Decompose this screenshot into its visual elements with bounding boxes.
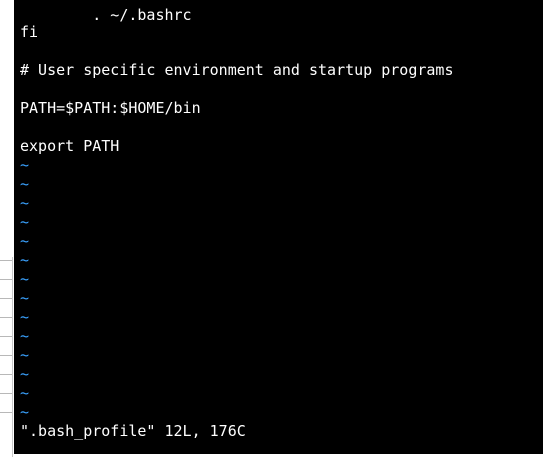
empty-line-tilde: ~ <box>20 346 30 364</box>
empty-line-tilde: ~ <box>20 308 30 326</box>
divider <box>0 336 12 337</box>
divider <box>0 260 12 261</box>
empty-line-tilde: ~ <box>20 365 30 383</box>
buffer-line: export PATH <box>20 137 120 155</box>
buffer-line: . ~/.bashrc <box>20 6 192 24</box>
empty-line-tilde: ~ <box>20 403 30 421</box>
empty-line-tilde: ~ <box>20 251 30 269</box>
left-panel <box>0 0 14 461</box>
buffer-line: # User specific environment and startup … <box>20 61 454 79</box>
divider <box>0 355 12 356</box>
divider <box>12 257 13 457</box>
empty-line-tilde: ~ <box>20 232 30 250</box>
empty-line-tilde: ~ <box>20 156 30 174</box>
window-bottom-edge <box>14 454 543 461</box>
empty-line-tilde: ~ <box>20 327 30 345</box>
buffer-line: fi <box>20 23 39 41</box>
empty-line-tilde: ~ <box>20 270 30 288</box>
divider <box>0 298 12 299</box>
divider <box>0 393 12 394</box>
divider <box>0 412 12 413</box>
divider <box>0 317 12 318</box>
empty-line-tilde: ~ <box>20 175 30 193</box>
empty-line-tilde: ~ <box>20 213 30 231</box>
vim-terminal-window[interactable]: . ~/.bashrc fi # User specific environme… <box>14 0 543 461</box>
empty-line-tilde: ~ <box>20 289 30 307</box>
status-line: ".bash_profile" 12L, 176C <box>20 422 246 440</box>
empty-line-tilde: ~ <box>20 194 30 212</box>
empty-line-tilde: ~ <box>20 384 30 402</box>
divider <box>0 374 12 375</box>
buffer-line: PATH=$PATH:$HOME/bin <box>20 99 201 117</box>
divider <box>0 279 12 280</box>
